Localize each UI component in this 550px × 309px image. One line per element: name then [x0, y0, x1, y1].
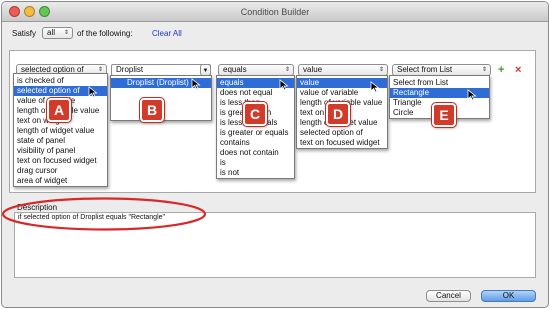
updown-arrows-icon: ⇕	[481, 67, 487, 73]
dropdown-option[interactable]: is greater or equals	[217, 128, 294, 138]
callout-badge-a: A	[47, 98, 71, 122]
title-bar: Condition Builder	[2, 2, 548, 22]
updown-arrows-icon: ⇕	[378, 67, 384, 73]
satisfy-label: Satisfy	[12, 29, 37, 38]
dropdown-option[interactable]: does not contain	[217, 148, 294, 158]
dropdown-option[interactable]: Select from List	[390, 78, 489, 88]
callout-badge-b: B	[140, 98, 164, 122]
dropdown-option[interactable]: drag cursor	[14, 166, 107, 176]
mouse-pointer-icon	[370, 81, 380, 93]
mouse-pointer-icon	[279, 79, 289, 91]
updown-arrows-icon: ⇕	[284, 67, 290, 73]
updown-arrows-icon: ⇕	[63, 30, 69, 36]
highlight-ellipse	[1, 197, 207, 231]
operator-select-value: equals	[223, 65, 247, 74]
dropdown-option[interactable]: state of panel	[14, 136, 107, 146]
cancel-button[interactable]: Cancel	[426, 290, 471, 302]
dropdown-option[interactable]: text on focused widget	[14, 156, 107, 166]
dropdown-option[interactable]: length of widget value	[14, 126, 107, 136]
dropdown-option[interactable]: contains	[217, 138, 294, 148]
dropdown-option[interactable]: selected option of	[297, 128, 387, 138]
window-title: Condition Builder	[240, 7, 310, 17]
mouse-pointer-icon	[191, 78, 201, 90]
dropdown-option[interactable]: text on focused widget	[297, 138, 387, 148]
dropdown-option[interactable]: is not	[217, 168, 294, 178]
add-condition-button[interactable]: +	[498, 65, 504, 76]
dropdown-option[interactable]: is checked of	[14, 76, 107, 86]
clear-all-link[interactable]: Clear All	[152, 29, 182, 38]
mouse-pointer-icon	[88, 86, 98, 98]
chevron-down-icon: ▼	[202, 68, 209, 74]
value-select-value: Select from List	[397, 65, 453, 74]
dropdown-option[interactable]: area of widget	[14, 176, 107, 186]
callout-badge-e: E	[432, 103, 456, 127]
ok-button[interactable]: OK	[481, 290, 536, 302]
dropdown-option[interactable]: is	[217, 158, 294, 168]
widget-select-value: Droplist	[116, 65, 144, 74]
callout-badge-d: D	[326, 102, 350, 126]
callout-badge-c: C	[243, 102, 267, 126]
satisfy-suffix-label: of the following:	[77, 29, 133, 38]
dropdown-option[interactable]: visibility of panel	[14, 146, 107, 156]
satisfy-select[interactable]: all ⇕	[42, 27, 73, 39]
value-type-select-value: value	[303, 65, 323, 74]
mouse-pointer-icon	[467, 89, 477, 101]
satisfy-select-value: all	[47, 28, 56, 37]
remove-condition-button[interactable]: ×	[515, 65, 521, 76]
